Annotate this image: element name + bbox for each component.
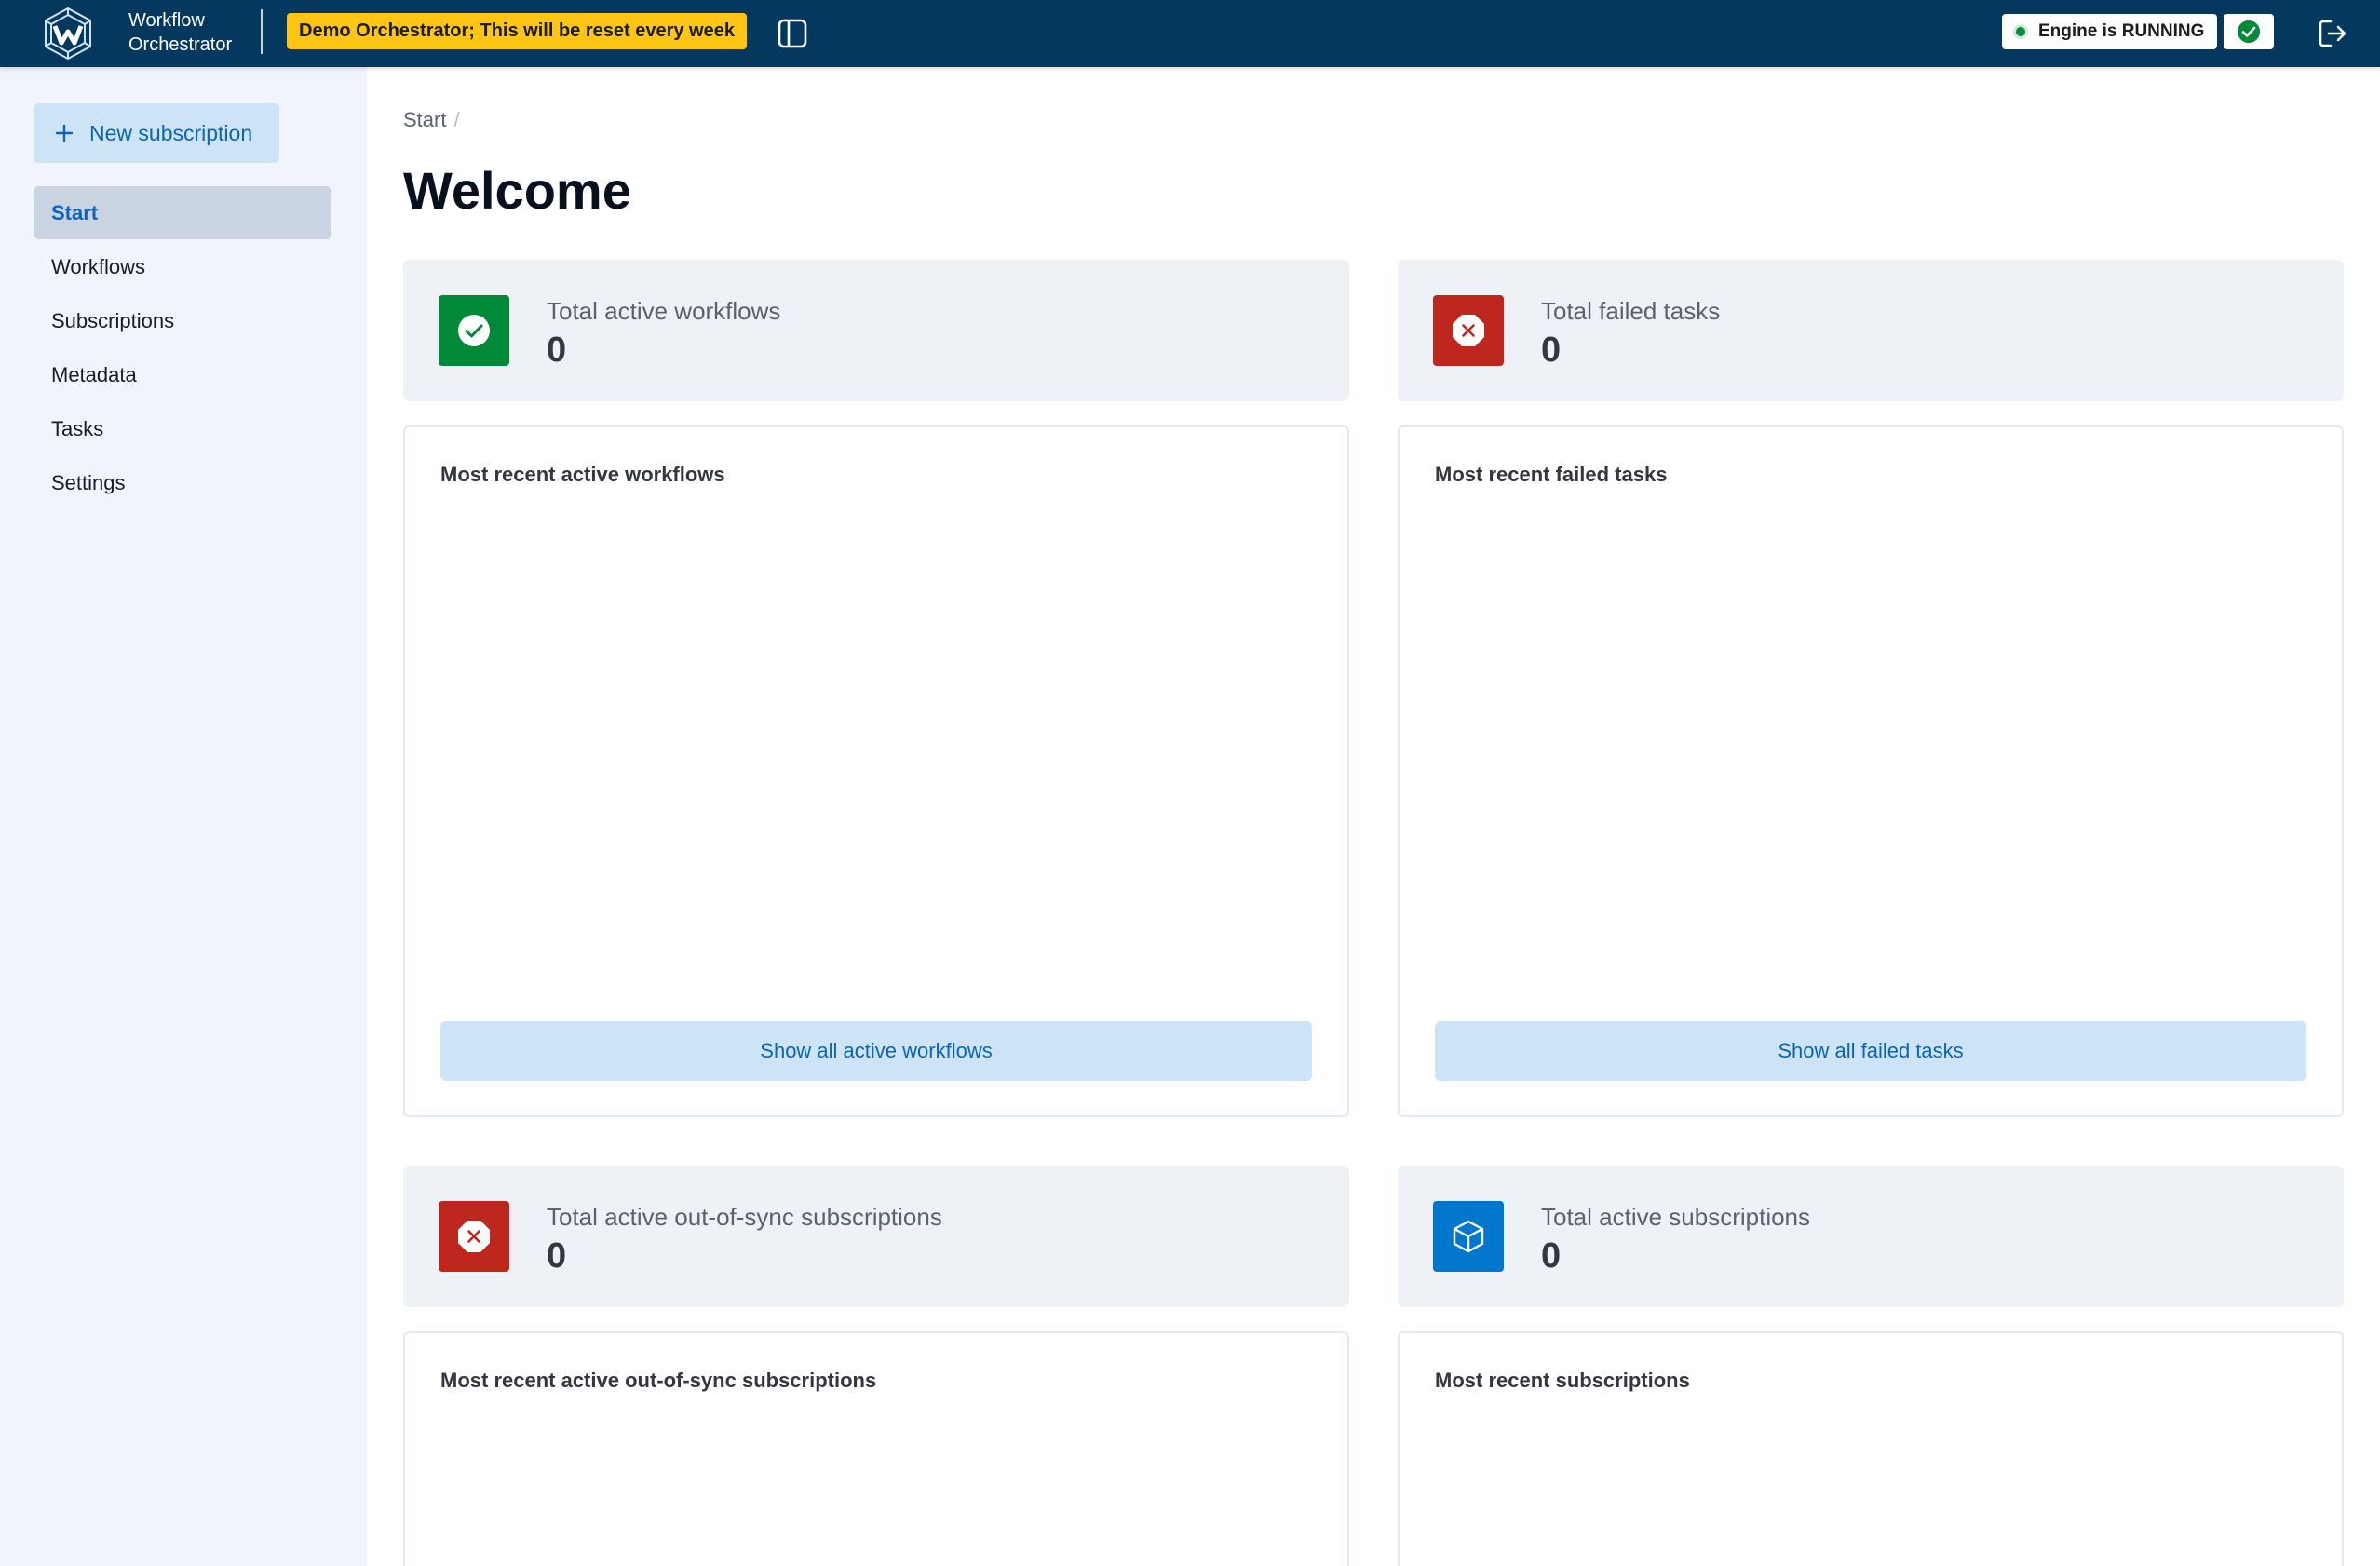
error-icon [1433, 295, 1504, 366]
app-name: Workflow Orchestrator [128, 8, 232, 57]
breadcrumb[interactable]: Start / [403, 108, 460, 132]
main-content: Start / Welcome Total active workflows 0 … [367, 67, 2380, 1566]
list-card-out-of-sync-subscriptions: Most recent active out-of-sync subscript… [403, 1331, 1349, 1566]
list-title: Most recent active workflows [440, 463, 725, 486]
engine-status-button[interactable]: Engine is RUNNING [2002, 14, 2218, 49]
sidebar-item-metadata[interactable]: Metadata [34, 348, 331, 401]
stat-label: Total active subscriptions [1541, 1203, 1811, 1231]
sidebar-item-tasks[interactable]: Tasks [34, 402, 331, 455]
new-subscription-label: New subscription [89, 120, 253, 145]
new-subscription-button[interactable]: New subscription [34, 103, 279, 163]
stat-card-active-workflows: Total active workflows 0 [403, 260, 1349, 401]
list-card-recent-subscriptions: Most recent subscriptions [1398, 1331, 2344, 1566]
engine-status-label: Engine is RUNNING [2038, 21, 2205, 41]
sidebar-item-start[interactable]: Start [34, 186, 331, 239]
logout-icon[interactable] [2315, 16, 2350, 51]
stat-card-out-of-sync-subscriptions: Total active out-of-sync subscriptions 0 [403, 1166, 1349, 1307]
sidebar: New subscription Start Workflows Subscri… [0, 67, 367, 1566]
list-title: Most recent failed tasks [1435, 463, 1668, 486]
page-title: Welcome [403, 161, 631, 220]
stat-label: Total failed tasks [1541, 297, 1721, 325]
show-all-failed-tasks-button[interactable]: Show all failed tasks [1435, 1021, 2306, 1081]
sidebar-item-workflows[interactable]: Workflows [34, 240, 331, 293]
error-icon [439, 1201, 509, 1272]
list-card-active-workflows: Most recent active workflows Show all ac… [403, 425, 1349, 1117]
demo-badge: Demo Orchestrator; This will be reset ev… [287, 13, 747, 49]
breadcrumb-start[interactable]: Start [403, 108, 446, 131]
stat-value: 0 [547, 1236, 567, 1276]
stat-label: Total active workflows [547, 297, 781, 325]
sidebar-item-settings[interactable]: Settings [34, 456, 331, 509]
engine-ok-button[interactable] [2224, 14, 2274, 49]
sidebar-toggle-icon[interactable] [776, 17, 809, 50]
stat-value: 0 [1541, 331, 1562, 370]
sidebar-item-subscriptions[interactable]: Subscriptions [34, 294, 331, 347]
sidebar-nav: Start Workflows Subscriptions Metadata T… [34, 186, 331, 510]
breadcrumb-separator: / [453, 108, 460, 131]
orchestrator-logo[interactable] [39, 6, 97, 61]
app-name-line1: Workflow [128, 10, 205, 31]
stat-card-active-subscriptions: Total active subscriptions 0 [1398, 1166, 2344, 1307]
plus-icon [54, 123, 74, 143]
check-circle-icon [439, 295, 509, 366]
stat-card-failed-tasks: Total failed tasks 0 [1398, 260, 2344, 401]
cube-icon [1433, 1201, 1504, 1272]
list-title: Most recent active out-of-sync subscript… [440, 1369, 877, 1392]
app-name-line2: Orchestrator [128, 34, 233, 55]
list-title: Most recent subscriptions [1435, 1369, 1690, 1392]
top-header: Workflow Orchestrator Demo Orchestrator;… [0, 0, 2380, 67]
stat-value: 0 [547, 331, 567, 370]
show-all-active-workflows-button[interactable]: Show all active workflows [440, 1021, 1312, 1081]
stat-label: Total active out-of-sync subscriptions [547, 1203, 942, 1231]
status-dot-icon [2013, 24, 2028, 39]
list-card-failed-tasks: Most recent failed tasks Show all failed… [1398, 425, 2344, 1117]
stat-value: 0 [1541, 1236, 1562, 1276]
header-divider [261, 9, 263, 54]
check-circle-icon [2238, 20, 2260, 43]
